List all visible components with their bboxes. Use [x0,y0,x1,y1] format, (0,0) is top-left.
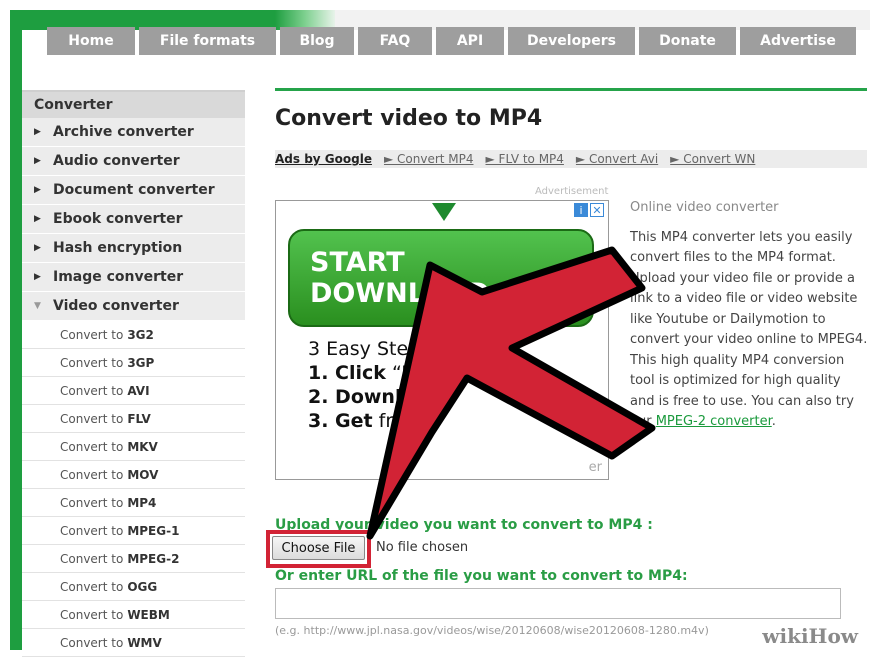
sidebar-item-video[interactable]: ▼ Video converter [22,292,245,321]
ad-step-2: 2. Downloa [308,386,428,408]
ad-steps: 3 Easy Steps: 1. Click “Dov 2. Downloa 3… [308,337,439,433]
sidebar-heading: Converter [22,90,245,118]
nav-home[interactable]: Home [47,27,135,55]
ad-step-3: 3. Get free [308,410,417,432]
wikihow-watermark: wikiHow [758,624,862,648]
ad-link-flv-to-mp4[interactable]: ► FLV to MP4 [486,152,564,166]
choose-file-button[interactable]: Choose File [272,536,365,560]
sidebar-item-hash[interactable]: ▶ Hash encryption [22,234,245,263]
sidebar-sub-3gp[interactable]: Convert to 3GP [22,349,245,377]
sidebar-item-ebook[interactable]: ▶ Ebook converter [22,205,245,234]
url-hint: (e.g. http://www.jpl.nasa.gov/videos/wis… [275,624,709,637]
ad-banner[interactable]: i ✕ START DOWNLOAD 3 Easy Steps: 1. Clic… [275,200,609,480]
page-title: Convert video to MP4 [275,106,543,131]
left-green-band [10,10,22,650]
sidebar-item-archive[interactable]: ▶ Archive converter [22,118,245,147]
sidebar-item-document[interactable]: ▶ Document converter [22,176,245,205]
ad-step-1: 1. Click “Dov [308,362,439,384]
screenshot-frame: Home File formats Blog FAQ API Developer… [0,0,870,658]
sidebar-sub-3g2[interactable]: Convert to 3G2 [22,321,245,349]
advertisement-label: Advertisement [535,186,609,197]
nav-blog[interactable]: Blog [280,27,354,55]
caret-right-icon: ▶ [34,127,41,137]
info-icon[interactable]: i [574,203,588,217]
info-body: This MP4 converter lets you easily conve… [630,229,868,430]
sidebar-sub-flv[interactable]: Convert to FLV [22,405,245,433]
main-nav: Home File formats Blog FAQ API Developer… [47,27,856,55]
info-title: Online video converter [630,200,779,215]
sidebar-sub-ogg[interactable]: Convert to OGG [22,573,245,601]
mpeg2-converter-link[interactable]: MPEG-2 converter [656,414,772,429]
ads-by-google-link[interactable]: Ads by Google [275,152,372,166]
sidebar-sub-wmv[interactable]: Convert to WMV [22,629,245,657]
nav-donate[interactable]: Donate [639,27,736,55]
nav-faq[interactable]: FAQ [358,27,432,55]
caret-right-icon: ▶ [34,272,41,282]
caret-right-icon: ▶ [34,243,41,253]
ads-bar: Ads by Google ► Convert MP4 ► FLV to MP4… [275,150,867,168]
caret-right-icon: ▶ [34,214,41,224]
sidebar-item-image[interactable]: ▶ Image converter [22,263,245,292]
sidebar-sub-webm[interactable]: Convert to WEBM [22,601,245,629]
sidebar-sub-mp4[interactable]: Convert to MP4 [22,489,245,517]
ad-step-header: 3 Easy Steps: [308,338,437,360]
nav-developers[interactable]: Developers [508,27,635,55]
sidebar-sub-mpeg2[interactable]: Convert to MPEG-2 [22,545,245,573]
ad-link-convert-wmv[interactable]: ► Convert WN [670,152,755,166]
no-file-text: No file chosen [376,540,469,555]
sidebar-item-audio[interactable]: ▶ Audio converter [22,147,245,176]
start-download-button[interactable]: START DOWNLOAD [288,229,594,327]
down-arrow-icon [432,203,456,221]
caret-down-icon: ▼ [34,301,41,311]
info-panel: Online video converter This MP4 converte… [630,198,868,433]
sidebar-sub-avi[interactable]: Convert to AVI [22,377,245,405]
caret-right-icon: ▶ [34,185,41,195]
url-input[interactable] [275,588,841,619]
nav-api[interactable]: API [436,27,504,55]
ad-footer-text: er [588,460,602,475]
content-top-rule [275,88,867,91]
ad-link-convert-avi[interactable]: ► Convert Avi [576,152,658,166]
url-label: Or enter URL of the file you want to con… [275,568,688,584]
nav-file-formats[interactable]: File formats [139,27,276,55]
ad-link-convert-mp4[interactable]: ► Convert MP4 [384,152,474,166]
ad-choices: i ✕ [574,203,604,217]
sidebar-sub-mkv[interactable]: Convert to MKV [22,433,245,461]
sidebar: Converter ▶ Archive converter ▶ Audio conv… [22,90,245,657]
caret-right-icon: ▶ [34,156,41,166]
sidebar-sub-mov[interactable]: Convert to MOV [22,461,245,489]
close-icon[interactable]: ✕ [590,203,604,217]
sidebar-sub-mpeg1[interactable]: Convert to MPEG-1 [22,517,245,545]
nav-advertise[interactable]: Advertise [740,27,856,55]
